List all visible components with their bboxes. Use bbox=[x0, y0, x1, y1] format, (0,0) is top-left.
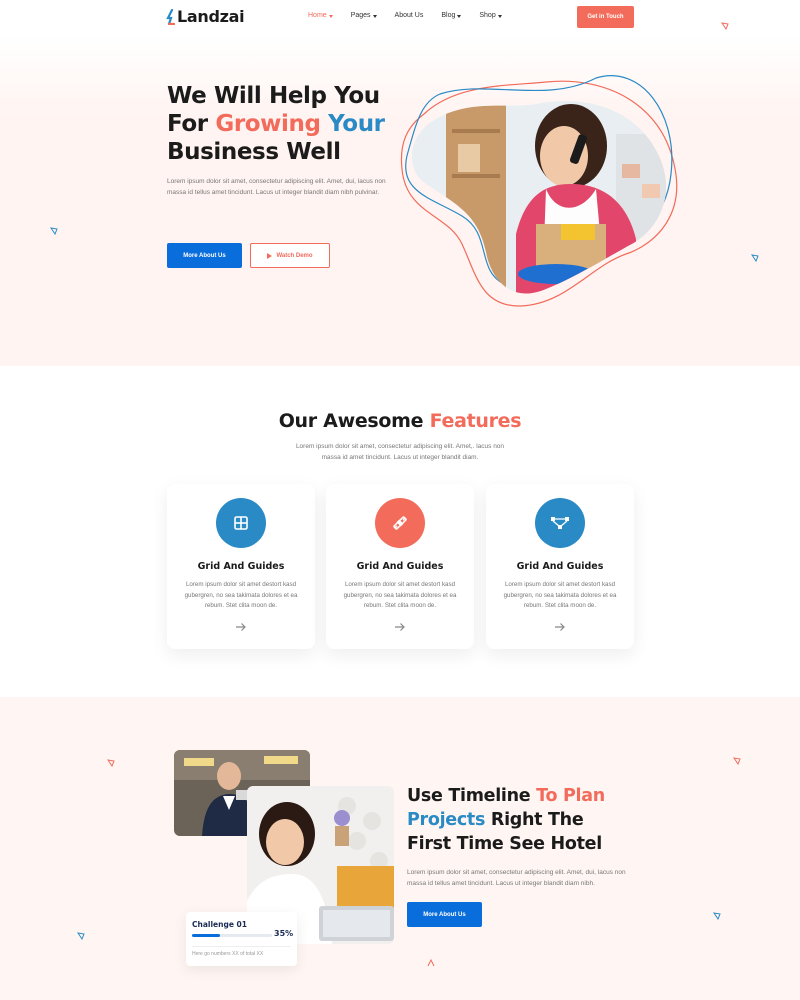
grid-icon bbox=[234, 516, 248, 530]
decorative-shape-icon bbox=[427, 959, 435, 967]
feature-card-description: Lorem ipsum dolor sit amet destort kasd … bbox=[503, 581, 617, 609]
challenge-note: Here go numbers XX of total XX bbox=[192, 951, 264, 957]
hero-title-line3: Business Well bbox=[167, 139, 341, 165]
hero-title-highlight-your: Your bbox=[320, 111, 385, 137]
hero-image bbox=[400, 75, 678, 307]
decorative-shape-icon bbox=[733, 757, 741, 765]
hero-description: Lorem ipsum dolor sit amet, consectetur … bbox=[167, 178, 386, 196]
watch-demo-label: Watch Demo bbox=[276, 252, 313, 259]
play-icon bbox=[267, 252, 273, 259]
challenge-percent: 35% bbox=[274, 929, 294, 938]
nav-item-pages[interactable]: Pages bbox=[351, 12, 377, 19]
timeline-title: Use Timeline To Plan Projects Right The … bbox=[407, 784, 605, 856]
feature-icon-circle bbox=[216, 498, 266, 548]
chevron-down-icon bbox=[372, 14, 377, 18]
features-title-a: Our Awesome bbox=[278, 410, 430, 432]
timeline-title-b: Right The bbox=[485, 810, 584, 830]
nav-label-blog: Blog bbox=[441, 12, 456, 19]
nav-item-blog[interactable]: Blog bbox=[441, 12, 462, 19]
nav-item-about[interactable]: About Us bbox=[395, 12, 424, 19]
feature-icon-circle bbox=[535, 498, 585, 548]
features-description: Lorem ipsum dolor sit amet, consectetur … bbox=[295, 443, 505, 461]
nav-label-pages: Pages bbox=[350, 12, 371, 19]
arrow-right-icon[interactable] bbox=[234, 622, 248, 632]
decorative-shape-icon bbox=[107, 759, 115, 767]
timeline-title-highlight-projects: Projects bbox=[407, 810, 486, 830]
chevron-down-icon bbox=[457, 14, 462, 18]
feature-card-description: Lorem ipsum dolor sit amet destort kasd … bbox=[343, 581, 457, 609]
timeline-description: Lorem ipsum dolor sit amet, consectetur … bbox=[407, 869, 626, 887]
arrow-right-icon[interactable] bbox=[553, 622, 567, 632]
nav-item-home[interactable]: Home bbox=[308, 12, 333, 19]
arrow-right-icon[interactable] bbox=[393, 622, 407, 632]
feature-card: Grid And Guides Lorem ipsum dolor sit am… bbox=[486, 484, 634, 649]
timeline-title-a: Use Timeline bbox=[407, 786, 537, 806]
get-in-touch-button[interactable]: Get in Touch bbox=[577, 6, 634, 28]
nav-label-shop: Shop bbox=[479, 12, 496, 19]
feature-card-title: Grid And Guides bbox=[356, 561, 444, 572]
timeline-section bbox=[0, 697, 800, 1000]
pencil-ruler-icon bbox=[393, 516, 407, 530]
feature-card: Grid And Guides Lorem ipsum dolor sit am… bbox=[167, 484, 315, 649]
decorative-shape-icon bbox=[713, 912, 721, 920]
decorative-shape-icon bbox=[50, 227, 58, 235]
challenge-card: Challenge 01 35% Here go numbers XX of t… bbox=[186, 912, 297, 966]
hero-title: We Will Help You For Growing Your Busine… bbox=[167, 82, 385, 166]
decorative-shape-icon bbox=[751, 254, 759, 262]
chevron-down-icon bbox=[328, 14, 333, 18]
decorative-shape-icon bbox=[721, 22, 729, 30]
timeline-title-highlight-plan: To Plan bbox=[536, 786, 605, 806]
logo-text: Landzai bbox=[177, 7, 245, 26]
features-title-highlight: Features bbox=[429, 410, 522, 432]
chevron-down-icon bbox=[497, 14, 502, 18]
challenge-title: Challenge 01 bbox=[192, 920, 247, 929]
hero-title-line2-a: For bbox=[167, 111, 216, 137]
feature-card-title: Grid And Guides bbox=[197, 561, 285, 572]
vector-nodes-icon bbox=[551, 517, 569, 529]
decorative-shape-icon bbox=[77, 932, 85, 940]
more-about-us-button[interactable]: More About Us bbox=[167, 243, 242, 268]
challenge-progress-fill bbox=[192, 934, 220, 937]
nav-label-about: About Us bbox=[394, 12, 424, 19]
site-header: Landzai Home Pages About Us Blog Shop Ge… bbox=[0, 0, 800, 36]
logo[interactable]: Landzai bbox=[166, 7, 245, 26]
challenge-progress-bar bbox=[192, 934, 272, 937]
main-nav: Home Pages About Us Blog Shop bbox=[308, 12, 520, 19]
nav-item-shop[interactable]: Shop bbox=[479, 12, 502, 19]
timeline-title-c: First Time See Hotel bbox=[407, 834, 602, 854]
timeline-more-about-us-button[interactable]: More About Us bbox=[407, 902, 482, 927]
watch-demo-button[interactable]: Watch Demo bbox=[250, 243, 330, 268]
divider bbox=[192, 946, 291, 947]
hero-title-highlight-growing: Growing bbox=[215, 111, 321, 137]
feature-card-description: Lorem ipsum dolor sit amet destort kasd … bbox=[184, 581, 298, 609]
feature-card-title: Grid And Guides bbox=[516, 561, 604, 572]
feature-card: Grid And Guides Lorem ipsum dolor sit am… bbox=[326, 484, 474, 649]
nav-label-home: Home bbox=[308, 12, 327, 19]
feature-icon-circle bbox=[375, 498, 425, 548]
logo-mark-icon bbox=[166, 8, 175, 25]
features-title: Our Awesome Features bbox=[0, 410, 800, 432]
hero-title-line1: We Will Help You bbox=[167, 83, 380, 109]
